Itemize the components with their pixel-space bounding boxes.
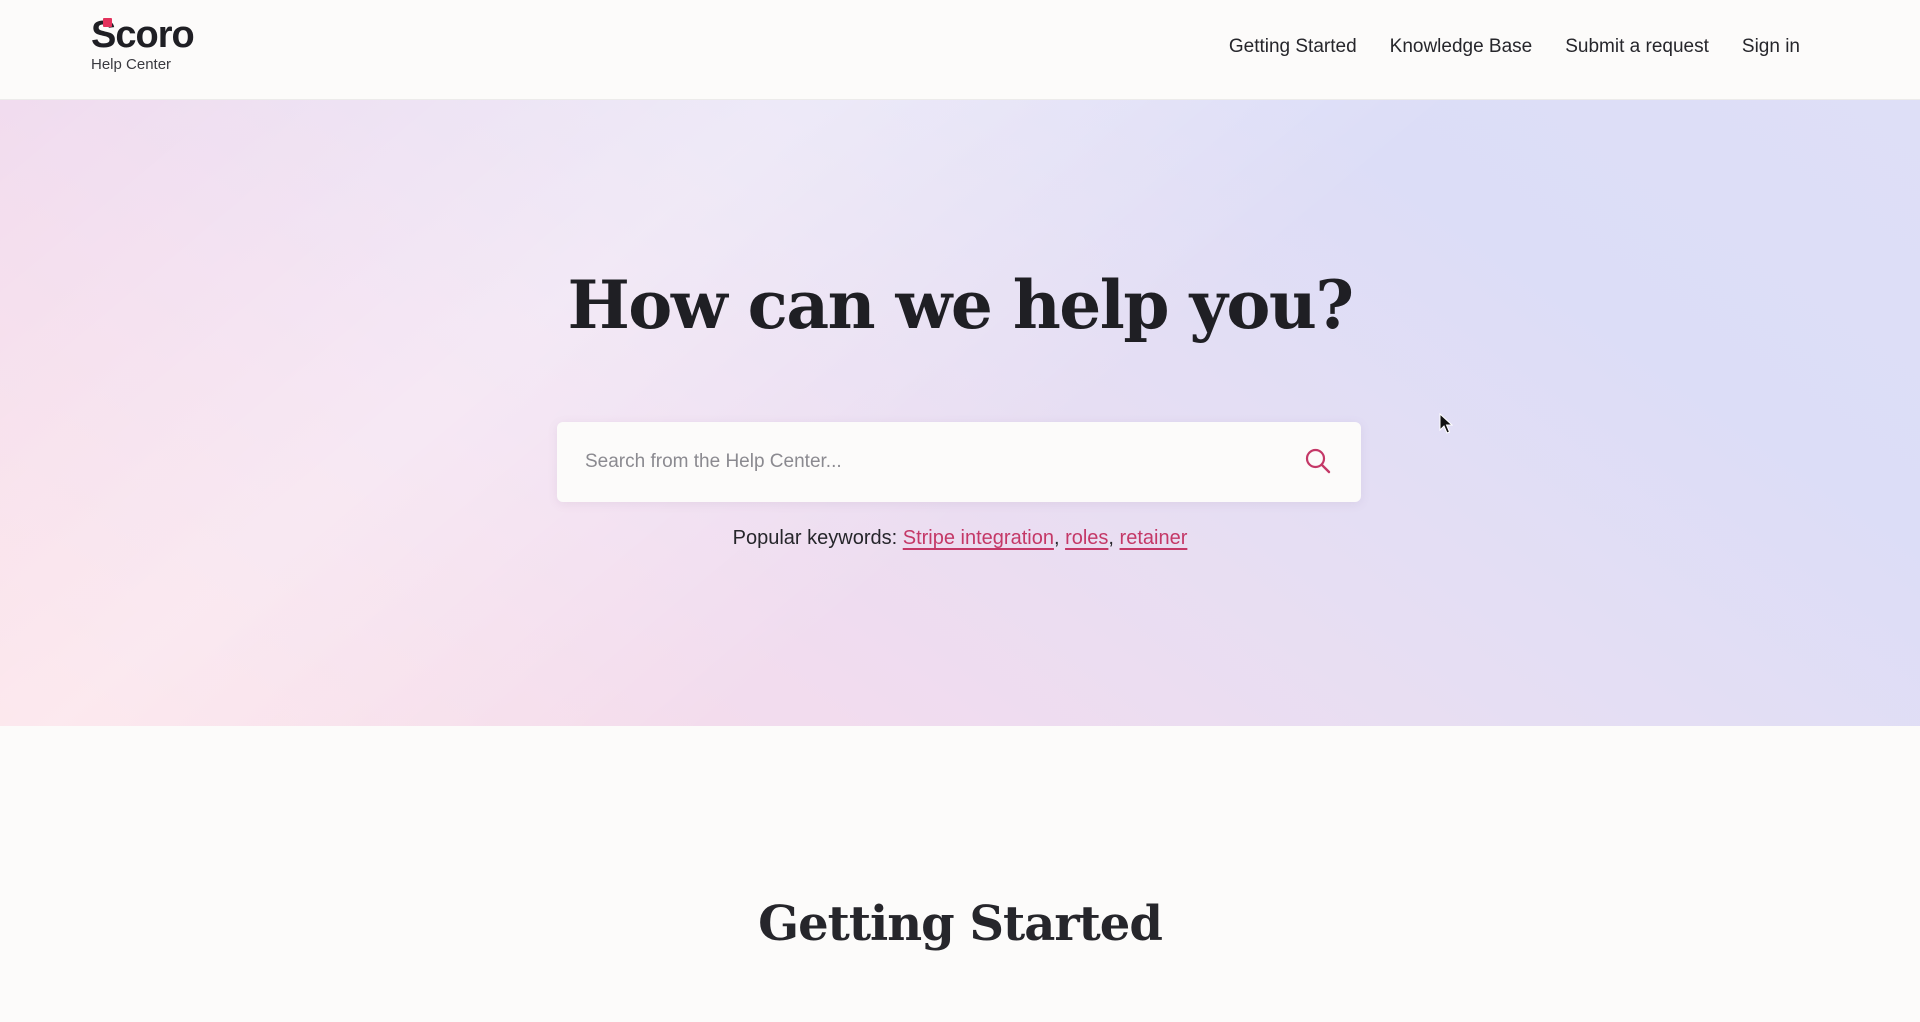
site-header: Scoro Help Center Getting Started Knowle… xyxy=(0,0,1920,100)
section-title-getting-started: Getting Started xyxy=(758,896,1163,952)
hero-section: How can we help you? Popular keywords: S… xyxy=(0,100,1920,726)
keyword-link-roles[interactable]: roles xyxy=(1065,527,1108,549)
hero-title: How can we help you? xyxy=(567,266,1354,344)
search-input[interactable] xyxy=(585,422,1265,502)
main-nav: Getting Started Knowledge Base Submit a … xyxy=(1229,36,1800,58)
nav-getting-started[interactable]: Getting Started xyxy=(1229,36,1357,58)
scoro-logo[interactable]: Scoro Help Center xyxy=(91,16,211,76)
nav-submit-request[interactable]: Submit a request xyxy=(1565,36,1709,58)
keyword-separator: , xyxy=(1053,527,1060,549)
keyword-link-retainer[interactable]: retainer xyxy=(1120,527,1188,549)
logo-accent-mark xyxy=(103,18,112,27)
mouse-cursor-icon xyxy=(1439,413,1453,434)
keyword-link-stripe-integration[interactable]: Stripe integration xyxy=(903,527,1054,549)
nav-knowledge-base[interactable]: Knowledge Base xyxy=(1390,36,1533,58)
logo-subtitle: Help Center xyxy=(91,56,172,73)
search-form xyxy=(557,422,1361,502)
nav-sign-in[interactable]: Sign in xyxy=(1742,36,1800,58)
search-icon[interactable] xyxy=(1303,446,1333,476)
popular-keywords-label: Popular keywords: xyxy=(732,527,898,549)
popular-keywords: Popular keywords: Stripe integration, ro… xyxy=(0,527,1920,550)
keyword-separator: , xyxy=(1108,527,1114,549)
